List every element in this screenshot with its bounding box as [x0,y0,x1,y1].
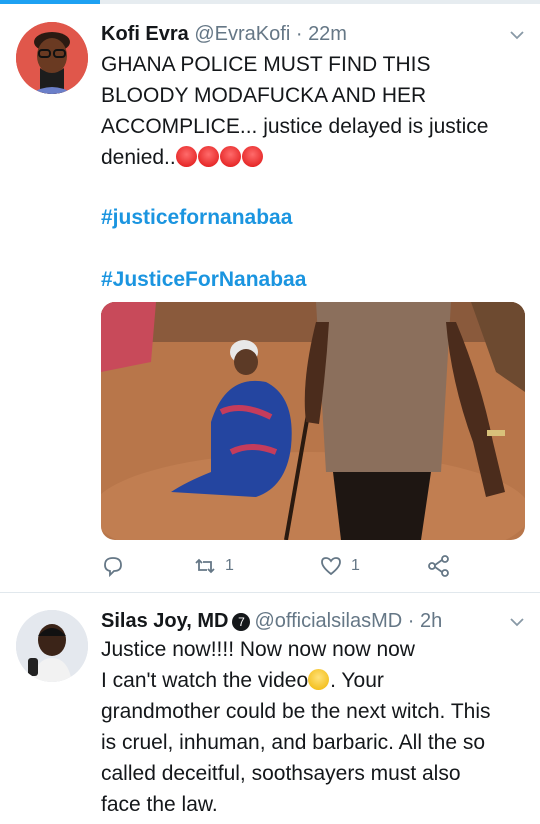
separator: · [295,23,303,45]
hashtag-line: #justicefornanabaa [101,202,526,233]
hashtag-link[interactable]: #justicefornanabaa [101,206,292,229]
tweet-header: Kofi Evra @EvraKofi · 22m [101,22,347,46]
reply-icon [104,557,122,578]
like-button[interactable]: 1 [319,552,360,580]
angry-face-icon [197,146,219,167]
timestamp[interactable]: 22m [308,23,347,45]
hashtag-line: #JusticeForNanabaa [101,264,526,295]
retweet-icon [195,558,215,574]
author-name[interactable]: Silas Joy, MD [101,610,228,632]
video-frame-image [101,302,525,540]
tweet-text-line: called deceitful, soothsayers must also [101,762,461,785]
hashtag-link[interactable]: #JusticeForNanabaa [101,268,306,291]
avatar[interactable] [16,22,88,94]
tweet-actions: 1 1 [101,552,525,580]
tweet-silas-joy[interactable]: Silas Joy, MD 7 @officialsilasMD · 2h Just… [0,593,540,824]
avatar-image [16,22,88,94]
avatar-image [16,610,88,682]
tweet-text-line: GHANA POLICE MUST FIND THIS [101,53,431,76]
crying-face-icon [308,669,330,690]
tweet-text-line: face the law. [101,793,218,816]
chevron-down-icon[interactable] [508,26,526,44]
reply-button[interactable] [101,552,125,580]
tweet-text-line: BLOODY MODAFUCKA AND HER [101,84,427,107]
share-button[interactable] [427,552,451,580]
tweet-text-line: I can't watch the video . Your [101,665,526,696]
tweet-text-line: denied.. [101,142,526,173]
share-icon [428,555,449,577]
heart-icon [321,557,341,576]
video-thumbnail[interactable] [101,302,525,540]
angry-face-icon [241,146,263,167]
tweet-text-fragment: denied.. [101,146,176,169]
tweet-kofi-evra[interactable]: Kofi Evra @EvraKofi · 22m GHANA POLICE M… [0,0,540,592]
avatar[interactable] [16,610,88,682]
author-name[interactable]: Kofi Evra [101,23,189,45]
tweet-text-line: Justice now!!!! Now now now now [101,638,415,661]
tweet-text-fragment: I can't watch the video [101,669,309,692]
author-handle[interactable]: @EvraKofi [194,23,290,45]
retweet-count: 1 [225,557,234,574]
angry-face-icon [175,146,197,167]
tweet-text: GHANA POLICE MUST FIND THIS BLOODY MODAF… [101,49,526,173]
retweet-button[interactable]: 1 [193,552,234,580]
like-count: 1 [351,557,360,574]
tweet-text: Justice now!!!! Now now now now I can't … [101,634,526,820]
tweet-text-line: is cruel, inhuman, and barbaric. All the… [101,731,486,754]
author-handle[interactable]: @officialsilasMD [254,610,402,632]
tweet-text-line: grandmother could be the next witch. Thi… [101,700,491,723]
tweet-text-line: ACCOMPLICE... justice delayed is justice [101,115,489,138]
verified-badge-icon: 7 [232,613,251,631]
timestamp[interactable]: 2h [420,610,442,632]
chevron-down-icon[interactable] [508,613,526,631]
angry-face-icon [219,146,241,167]
separator: · [407,610,415,632]
tweet-header: Silas Joy, MD 7 @officialsilasMD · 2h [101,609,442,633]
tweet-text-fragment: . Your [330,669,384,692]
